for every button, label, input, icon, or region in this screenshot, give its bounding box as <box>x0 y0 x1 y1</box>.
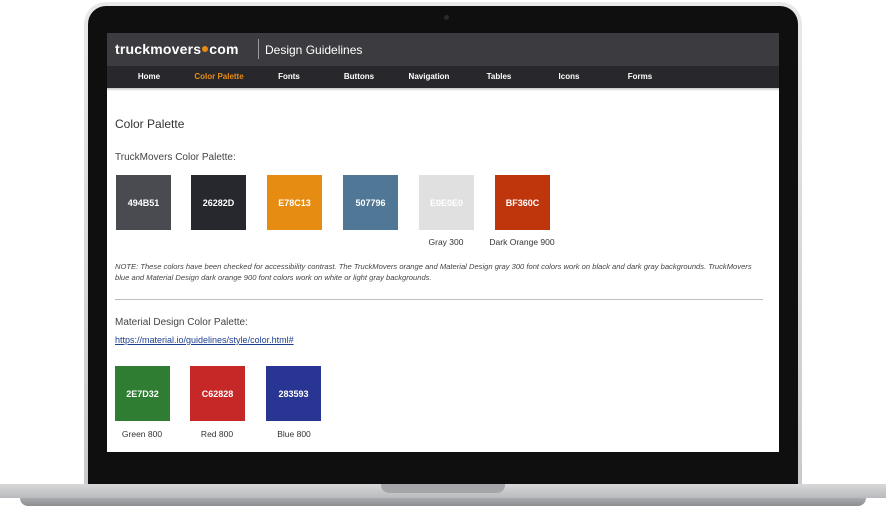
swatch-code: C62828 <box>201 388 234 399</box>
swatch-e0e0e0: E0E0E0 <box>419 175 474 230</box>
nav-item-home[interactable]: Home <box>138 72 160 81</box>
logo-left-text: truckmovers <box>115 41 202 57</box>
swatch-e78c13: E78C13 <box>267 175 322 230</box>
swatch-code: 507796 <box>355 197 386 208</box>
truckmovers-palette-heading: TruckMovers Color Palette: <box>115 152 236 163</box>
swatch-26282d: 26282D <box>191 175 246 230</box>
site-header: truckmovers com Design Guidelines <box>107 33 779 66</box>
swatch-bf360c: BF360C <box>495 175 550 230</box>
nav-item-forms[interactable]: Forms <box>628 72 652 81</box>
main-nav: Home Color Palette Fonts Buttons Navigat… <box>107 66 779 88</box>
page-title: Color Palette <box>115 117 185 131</box>
nav-item-navigation[interactable]: Navigation <box>409 72 450 81</box>
swatch-code: E0E0E0 <box>429 197 464 208</box>
laptop-base-bottom <box>20 498 866 506</box>
swatch-code: 494B51 <box>127 197 160 208</box>
site-logo[interactable]: truckmovers com <box>115 41 239 57</box>
swatch-label-green-800: Green 800 <box>121 429 163 439</box>
nav-shadow <box>107 88 779 91</box>
swatch-label-gray-300: Gray 300 <box>428 237 464 247</box>
swatch-label-red-800: Red 800 <box>200 429 234 439</box>
site-title: Design Guidelines <box>265 43 363 57</box>
nav-item-color-palette[interactable]: Color Palette <box>194 72 243 81</box>
swatch-label-dark-orange-900: Dark Orange 900 <box>489 237 555 247</box>
material-palette-heading: Material Design Color Palette: <box>115 317 248 328</box>
section-divider <box>115 299 763 300</box>
accessibility-note: NOTE: These colors have been checked for… <box>115 262 752 282</box>
material-guidelines-link[interactable]: https://material.io/guidelines/style/col… <box>115 335 294 345</box>
browser-screen: truckmovers com Design Guidelines Home Co… <box>107 33 779 452</box>
swatch-507796: 507796 <box>343 175 398 230</box>
swatch-code: 283593 <box>278 388 309 399</box>
camera-icon <box>444 15 449 20</box>
swatch-code: 2E7D32 <box>126 388 159 399</box>
nav-item-tables[interactable]: Tables <box>487 72 512 81</box>
nav-item-buttons[interactable]: Buttons <box>344 72 374 81</box>
swatch-code: E78C13 <box>278 197 311 208</box>
swatch-label-blue-800: Blue 800 <box>277 429 311 439</box>
swatch-2e7d32: 2E7D32 <box>115 366 170 421</box>
logo-dot-icon <box>202 46 209 52</box>
swatch-c62828: C62828 <box>190 366 245 421</box>
logo-right-text: com <box>209 41 239 57</box>
swatch-494b51: 494B51 <box>116 175 171 230</box>
swatch-code: BF360C <box>505 197 540 208</box>
laptop-notch <box>381 484 505 493</box>
nav-item-icons[interactable]: Icons <box>559 72 580 81</box>
swatch-283593: 283593 <box>266 366 321 421</box>
header-divider <box>258 39 259 59</box>
swatch-code: 26282D <box>202 197 235 208</box>
nav-item-fonts[interactable]: Fonts <box>278 72 300 81</box>
